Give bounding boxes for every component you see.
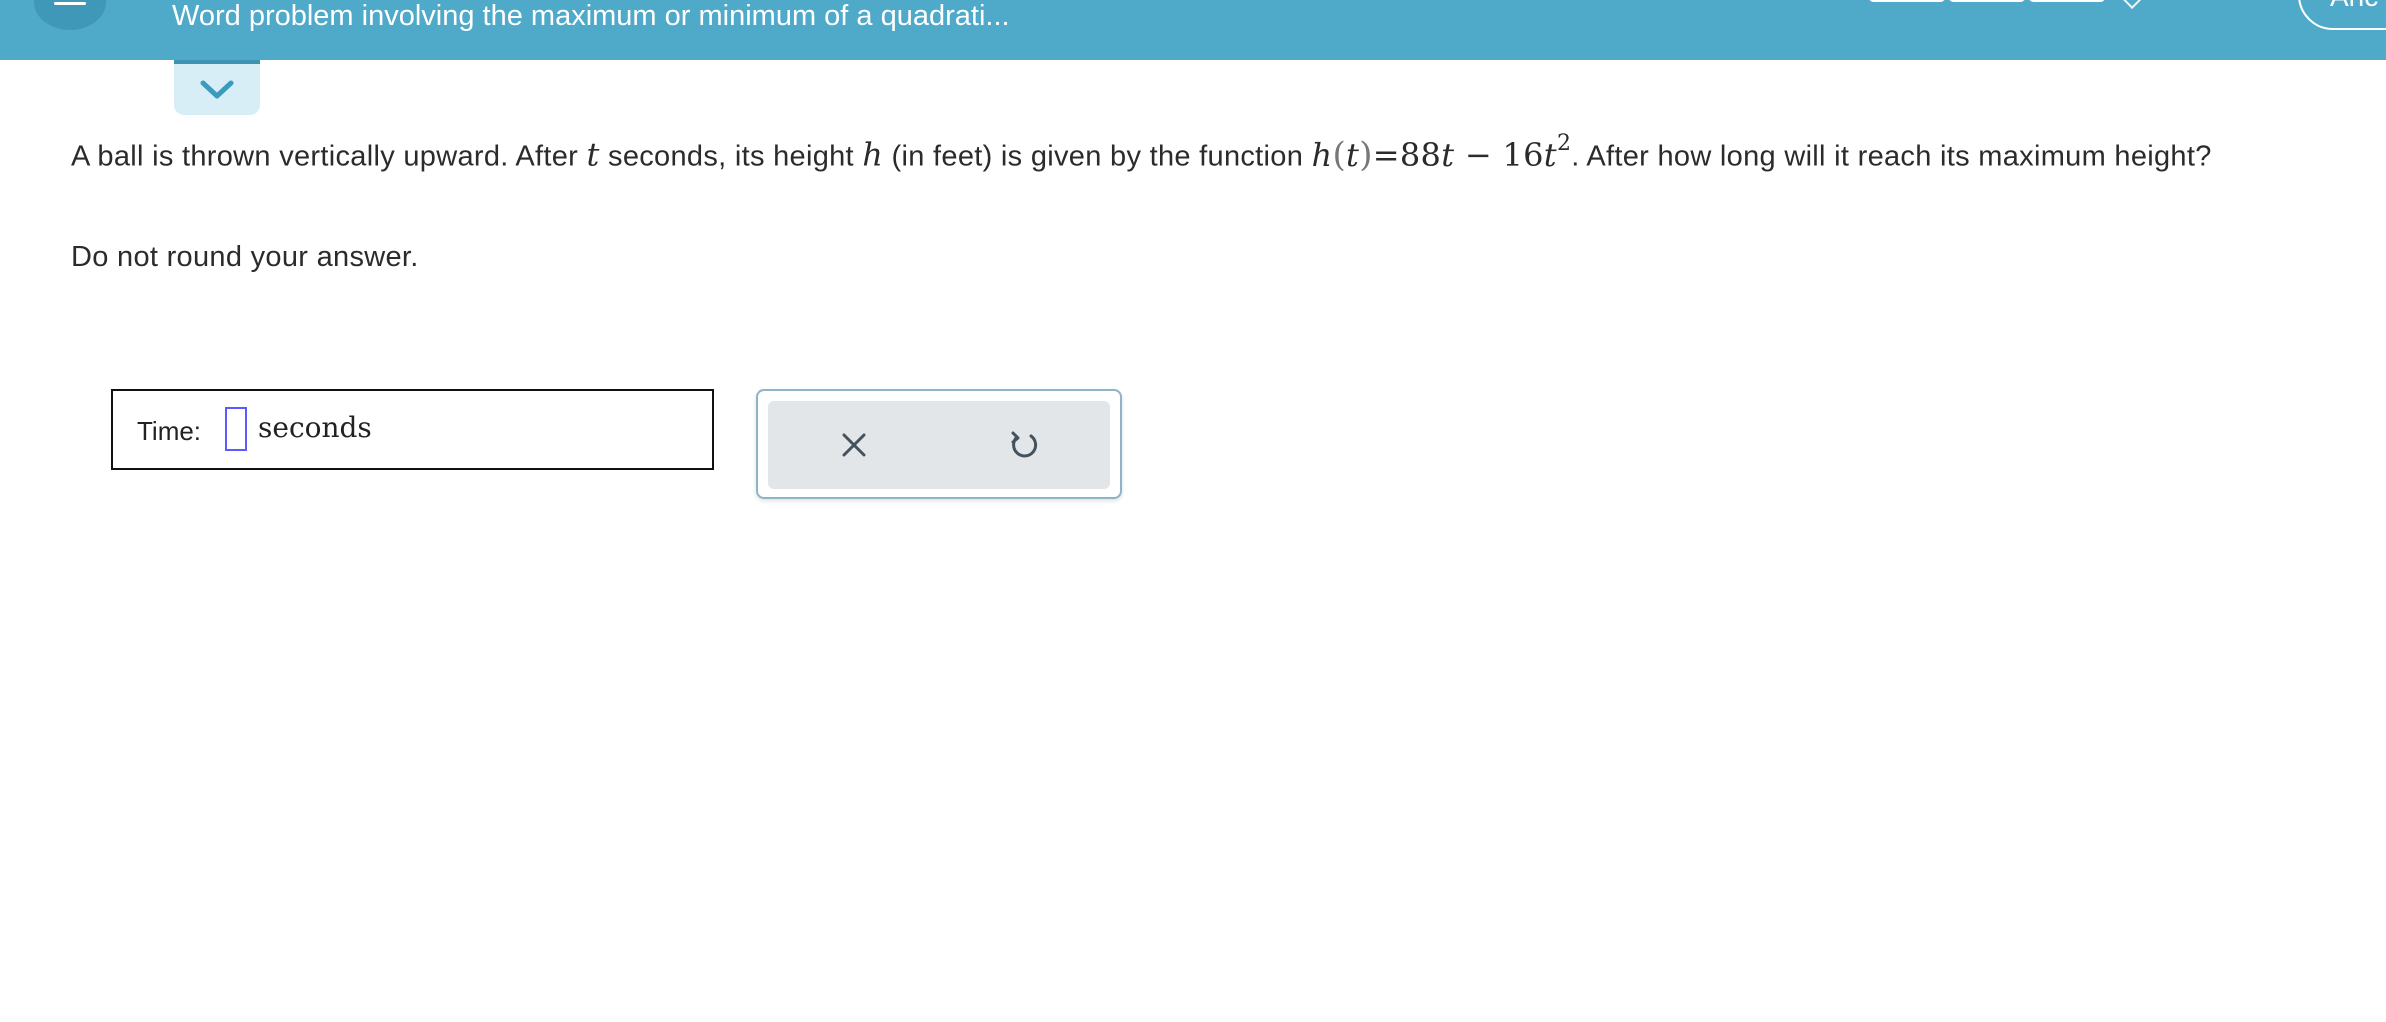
- variable-t: t: [586, 135, 600, 174]
- menu-icon: [54, 2, 86, 5]
- action-bar: [768, 401, 1110, 489]
- coefficient: 16: [1502, 135, 1544, 174]
- paren-close: ): [1359, 134, 1373, 175]
- action-panel: [756, 389, 1122, 499]
- function-arg: t: [1346, 135, 1360, 174]
- progress-segment: [1948, 0, 2026, 2]
- header-right-button[interactable]: Anc: [2298, 0, 2386, 30]
- close-icon: [842, 433, 866, 457]
- function-var: t: [1441, 135, 1455, 174]
- undo-icon: [1011, 431, 1038, 458]
- minus-sign: −: [1454, 135, 1503, 174]
- function-expression: h(t)=88t − 16t2: [1311, 131, 1572, 175]
- page-title: Word problem involving the maximum or mi…: [172, 0, 1010, 32]
- progress-segment: [1868, 0, 1946, 2]
- chevron-down-icon: [200, 80, 234, 99]
- undo-button[interactable]: [1004, 425, 1044, 465]
- question-text: A ball is thrown vertically upward. Afte…: [71, 128, 2331, 177]
- function-var: t: [1543, 135, 1557, 174]
- menu-button[interactable]: [34, 0, 106, 30]
- clear-button[interactable]: [834, 425, 874, 465]
- variable-h: h: [862, 135, 884, 174]
- question-part: A ball is thrown vertically upward. Afte…: [71, 140, 587, 173]
- exponent: 2: [1556, 131, 1572, 156]
- equals-sign: =: [1372, 135, 1400, 174]
- function-name: h: [1311, 135, 1333, 174]
- expand-toggle[interactable]: [174, 60, 260, 115]
- paren-open: (: [1332, 134, 1347, 175]
- question-part: . After how long will it reach its maxim…: [1571, 140, 2212, 173]
- top-bar: Word problem involving the maximum or mi…: [0, 0, 2386, 60]
- coefficient: 88: [1399, 135, 1442, 174]
- answer-unit: seconds: [258, 411, 372, 444]
- check-icon: [2117, 0, 2143, 10]
- answer-label: Time:: [137, 416, 202, 446]
- answer-box: Time: seconds: [111, 389, 714, 470]
- question-part: (in feet) is given by the function: [883, 140, 1312, 173]
- instruction-text: Do not round your answer.: [71, 241, 419, 273]
- time-input[interactable]: [225, 407, 247, 451]
- progress-segments: [1868, 0, 2108, 2]
- progress-segment: [2028, 0, 2106, 2]
- question-part: seconds, its height: [599, 140, 863, 173]
